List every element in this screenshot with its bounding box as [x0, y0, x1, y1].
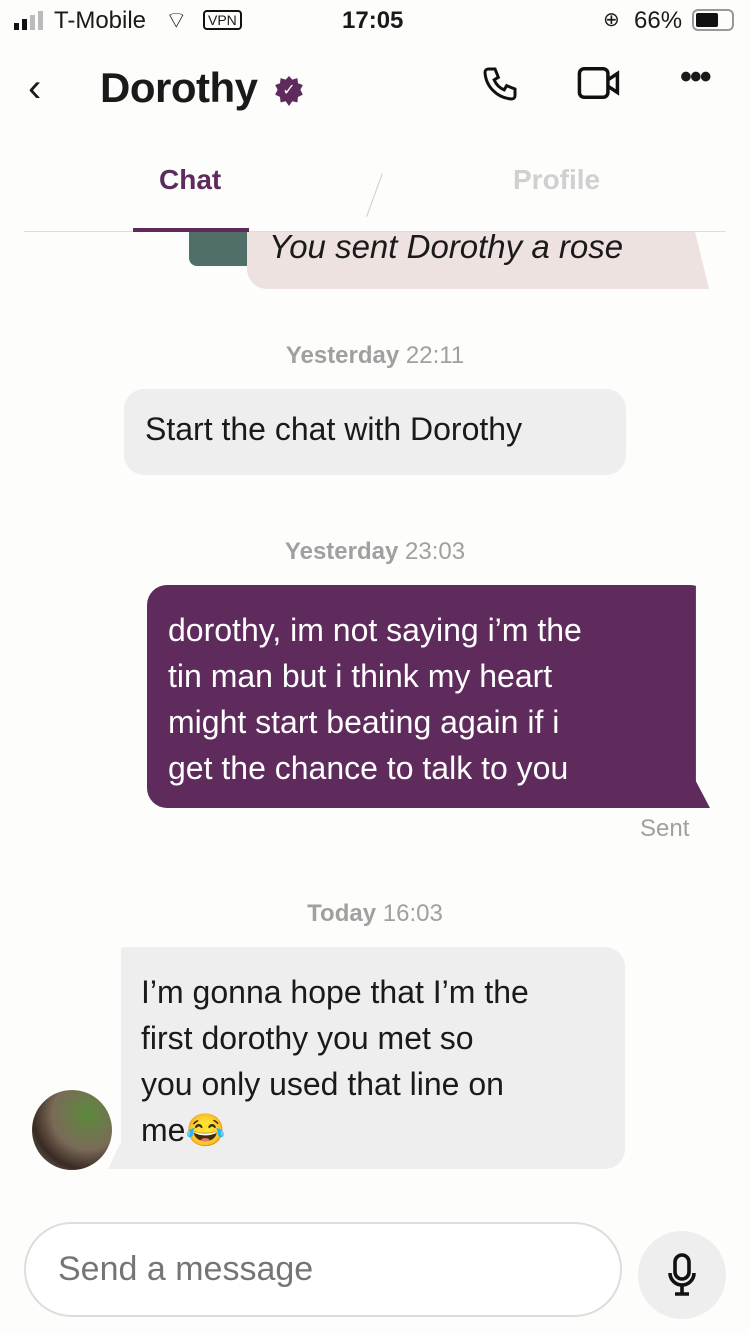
- verified-badge-icon: ✓: [275, 76, 303, 106]
- message-line: I’m gonna hope that I’m the: [141, 974, 529, 1010]
- rose-notice-bubble: You sent Dorothy a rose: [247, 232, 709, 289]
- rose-notice-text: You sent Dorothy a rose: [269, 228, 624, 265]
- vpn-badge: VPN: [203, 10, 242, 30]
- carrier: T-Mobile: [54, 7, 147, 34]
- timestamp: Yesterday 22:11: [0, 342, 750, 370]
- clock: 17:05: [342, 7, 404, 34]
- sent-status: Sent: [640, 815, 690, 842]
- timestamp: Yesterday 23:03: [0, 538, 750, 566]
- message-line: you only used that line on: [141, 1066, 504, 1102]
- sent-message-bubble: dorothy, im not saying i’m the tin man b…: [147, 585, 710, 808]
- timestamp-time: 22:11: [405, 342, 465, 369]
- battery-icon: [692, 9, 734, 31]
- message-line: get the chance to talk to you: [168, 750, 569, 786]
- microphone-icon: [668, 1253, 696, 1296]
- tab-bar-border: [24, 231, 726, 232]
- message-input[interactable]: [24, 1222, 622, 1317]
- rotation-lock-icon: ⊕: [603, 9, 620, 31]
- timestamp: Today 16:03: [0, 900, 750, 928]
- rose-thumbnail: [189, 232, 249, 266]
- back-button[interactable]: ‹: [28, 66, 41, 111]
- tab-chat[interactable]: Chat: [159, 164, 221, 196]
- voice-message-button[interactable]: [638, 1231, 726, 1319]
- message-line: tin man but i think my heart: [168, 658, 553, 694]
- status-bar: T-Mobile ⌔ VPN 17:05 ⊕ 66%: [0, 0, 750, 40]
- battery-percent: 66%: [634, 7, 683, 34]
- message-line: might start beating again if i: [168, 704, 560, 740]
- message-line: me😂: [141, 1112, 226, 1148]
- phone-call-button[interactable]: [480, 64, 520, 104]
- timestamp-day: Today: [307, 900, 377, 927]
- video-call-button[interactable]: [576, 64, 624, 102]
- timestamp-time: 23:03: [405, 538, 466, 565]
- timestamp-day: Yesterday: [285, 342, 400, 369]
- avatar[interactable]: [32, 1090, 112, 1170]
- signal-icon: [14, 11, 43, 30]
- more-options-button[interactable]: •••: [680, 58, 712, 97]
- tab-profile[interactable]: Profile: [513, 164, 600, 196]
- message-line: Start the chat with Dorothy: [145, 411, 523, 447]
- received-message-bubble: I’m gonna hope that I’m the first doroth…: [108, 947, 625, 1169]
- tab-divider: [366, 173, 383, 217]
- timestamp-day: Yesterday: [284, 538, 399, 565]
- system-message-bubble: Start the chat with Dorothy: [124, 389, 626, 475]
- message-line: dorothy, im not saying i’m the: [168, 612, 582, 648]
- timestamp-time: 16:03: [382, 900, 443, 927]
- wifi-icon: ⌔: [165, 7, 188, 34]
- contact-name: Dorothy: [100, 64, 258, 111]
- message-line: first dorothy you met so: [141, 1020, 474, 1056]
